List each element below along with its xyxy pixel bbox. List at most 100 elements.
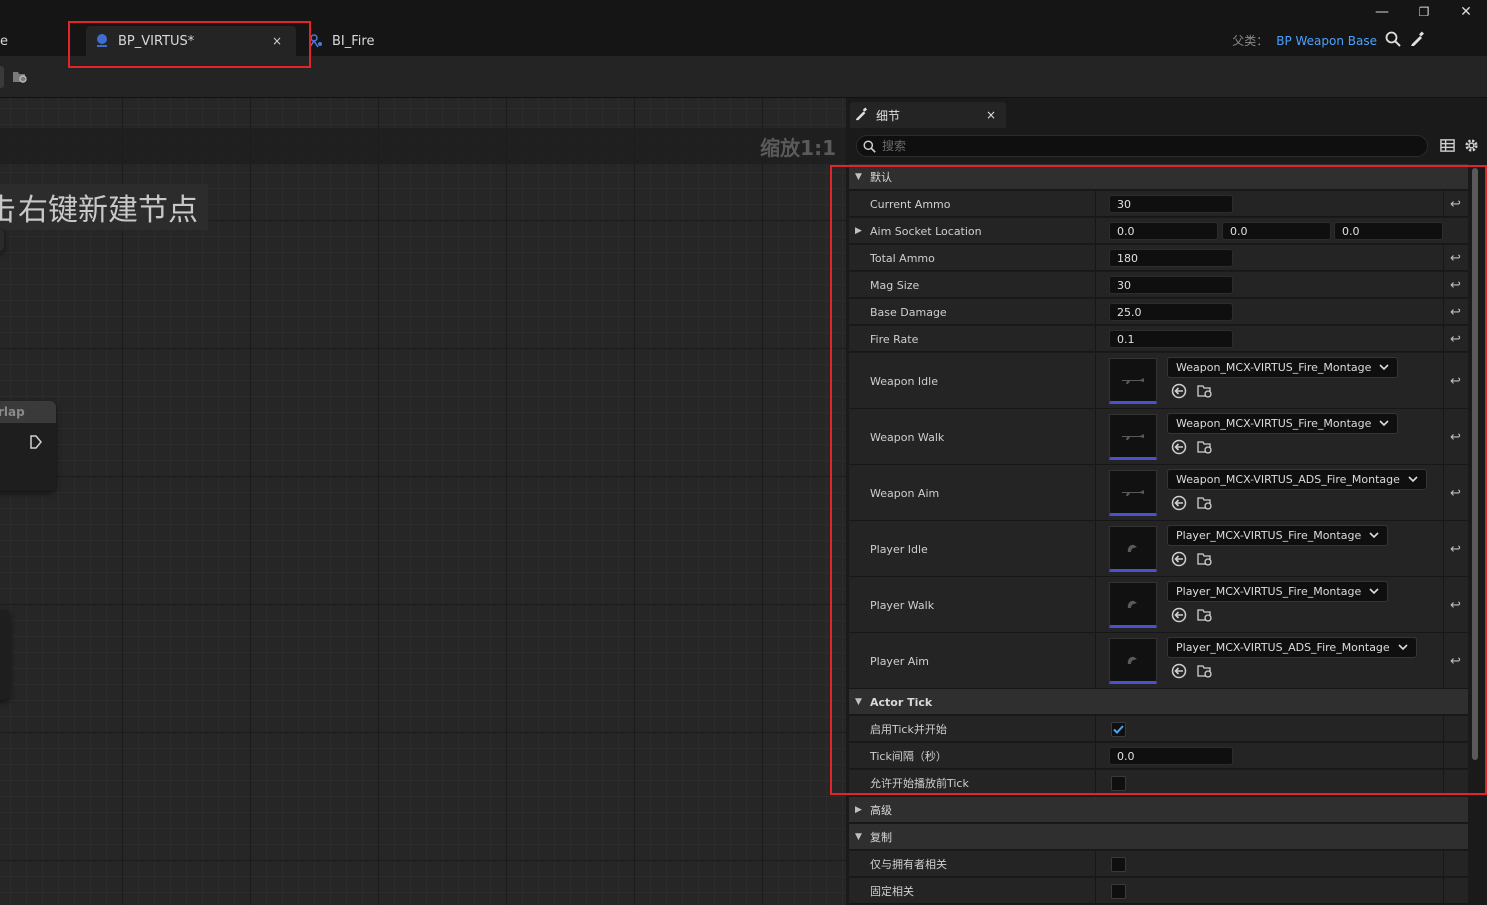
reset-to-default-icon[interactable]: ↩ [1450, 521, 1461, 577]
reset-to-default-icon[interactable]: ↩ [1450, 272, 1461, 298]
use-selected-icon[interactable] [1171, 383, 1187, 402]
toolbar [0, 56, 1487, 98]
expand-arrow-icon[interactable]: ▶ [855, 218, 862, 244]
aim-socket-z-field[interactable]: 0.0 [1334, 222, 1443, 240]
close-window-button[interactable]: ✕ [1455, 2, 1477, 22]
asset-buttons [1171, 383, 1213, 402]
asset-thumbnail[interactable] [1109, 526, 1157, 572]
use-selected-icon[interactable] [1171, 551, 1187, 570]
graph-editor[interactable]: 缩放1:1 击 右键新建节点 rlap [0, 98, 846, 905]
asset-thumbnail[interactable] [1109, 638, 1157, 684]
property-row-tick-interval: Tick间隔（秒） 0.0 [849, 743, 1468, 769]
toolbar-button-partial[interactable] [0, 66, 4, 88]
property-row-allow-tick-before-begin-play: 允许开始播放前Tick [849, 770, 1468, 796]
node-title: rlap [0, 401, 56, 423]
property-label: Total Ammo [870, 251, 935, 265]
property-label: 允许开始播放前Tick [870, 777, 969, 790]
asset-picker-combo[interactable]: Weapon_MCX-VIRTUS_ADS_Fire_Montage [1167, 469, 1427, 490]
use-selected-icon[interactable] [1171, 663, 1187, 682]
minimize-button[interactable]: — [1371, 2, 1393, 22]
category-default[interactable]: ▼ 默认 [849, 164, 1468, 190]
asset-picker-combo[interactable]: Player_MCX-VIRTUS_Fire_Montage [1167, 525, 1389, 546]
close-icon[interactable]: × [986, 108, 996, 122]
reset-to-default-icon[interactable]: ↩ [1450, 633, 1461, 689]
details-scrollbar[interactable] [1472, 168, 1478, 760]
tab-previous[interactable]: e [0, 26, 20, 56]
reset-to-default-icon[interactable]: ↩ [1450, 409, 1461, 465]
asset-thumbnail[interactable] [1109, 414, 1157, 460]
browse-folder-icon[interactable] [1197, 439, 1213, 458]
allow-tick-before-begin-checkbox[interactable] [1111, 776, 1126, 791]
base-damage-field[interactable]: 25.0 [1109, 303, 1233, 321]
asset-picker-combo[interactable]: Weapon_MCX-VIRTUS_Fire_Montage [1167, 357, 1399, 378]
reset-to-default-icon[interactable]: ↩ [1450, 465, 1461, 521]
exec-pin-icon[interactable] [29, 434, 43, 454]
property-row-start-with-tick: 启用Tick并开始 [849, 716, 1468, 742]
mag-size-field[interactable]: 30 [1109, 276, 1233, 294]
property-row-weapon-walk: Weapon Walk Weapon_MCX-VIRTUS_Fire_Monta… [849, 409, 1468, 465]
browse-folder-icon[interactable] [1197, 551, 1213, 570]
only-relevant-to-owner-checkbox[interactable] [1111, 857, 1126, 872]
asset-picker-combo[interactable]: Player_MCX-VIRTUS_Fire_Montage [1167, 581, 1389, 602]
asset-picker-combo[interactable]: Player_MCX-VIRTUS_ADS_Fire_Montage [1167, 637, 1417, 658]
property-label: Weapon Idle [870, 374, 938, 388]
asset-name: Weapon_MCX-VIRTUS_Fire_Montage [1176, 361, 1372, 374]
use-selected-icon[interactable] [1171, 607, 1187, 626]
overlap-event-node[interactable]: rlap [0, 401, 56, 491]
details-tab[interactable]: 细节 × [850, 102, 1006, 128]
category-label: Actor Tick [870, 695, 933, 709]
browse-folder-icon[interactable] [1197, 495, 1213, 514]
aim-socket-x-field[interactable]: 0.0 [1109, 222, 1218, 240]
use-selected-icon[interactable] [1171, 439, 1187, 458]
browse-folder-icon[interactable] [1197, 607, 1213, 626]
always-relevant-checkbox[interactable] [1111, 884, 1126, 899]
property-label: Player Aim [870, 654, 930, 668]
asset-name: Player_MCX-VIRTUS_Fire_Montage [1176, 529, 1362, 542]
fire-rate-field[interactable]: 0.1 [1109, 330, 1233, 348]
category-actor-tick[interactable]: ▼ Actor Tick [849, 689, 1468, 715]
graph-node-partial[interactable] [0, 610, 10, 700]
category-replication[interactable]: ▼ 复制 [849, 824, 1468, 850]
search-icon[interactable] [1385, 31, 1401, 50]
reset-to-default-icon[interactable]: ↩ [1450, 353, 1461, 409]
chevron-down-icon [1369, 529, 1379, 542]
gear-icon[interactable] [1464, 138, 1479, 157]
tick-interval-field[interactable]: 0.0 [1109, 747, 1233, 765]
close-icon[interactable]: × [272, 34, 282, 48]
graph-hint: 击 右键新建节点 [0, 184, 208, 230]
property-row-player-idle: Player Idle Player_MCX-VIRTUS_Fire_Monta… [849, 521, 1468, 577]
table-view-icon[interactable] [1440, 138, 1455, 157]
property-row-aim-socket-location: ▶ Aim Socket Location 0.0 0.0 0.0 [849, 218, 1468, 244]
expand-arrow-icon: ▶ [855, 805, 862, 815]
asset-thumbnail[interactable] [1109, 582, 1157, 628]
graph-node-edge[interactable] [0, 228, 4, 252]
current-ammo-field[interactable]: 30 [1109, 195, 1233, 213]
reset-to-default-icon[interactable]: ↩ [1450, 299, 1461, 325]
start-with-tick-checkbox[interactable] [1111, 722, 1126, 737]
search-input[interactable] [882, 139, 1402, 153]
use-selected-icon[interactable] [1171, 495, 1187, 514]
tab-bi-fire[interactable]: BI_Fire [306, 26, 396, 56]
property-row-weapon-idle: Weapon Idle Weapon_MCX-VIRTUS_Fire_Monta… [849, 353, 1468, 409]
edit-icon[interactable] [1409, 31, 1425, 50]
category-advanced[interactable]: ▶ 高级 [849, 797, 1468, 823]
reset-to-default-icon[interactable]: ↩ [1450, 577, 1461, 633]
property-label: Tick间隔（秒） [870, 750, 947, 763]
tab-bp-virtus[interactable]: BP_VIRTUS* × [86, 26, 296, 56]
edit-icon [854, 106, 868, 124]
total-ammo-field[interactable]: 180 [1109, 249, 1233, 267]
parent-class-link[interactable]: BP Weapon Base [1276, 34, 1377, 48]
browse-folder-icon[interactable] [1197, 383, 1213, 402]
restore-button[interactable]: ❐ [1413, 2, 1435, 22]
asset-picker-combo[interactable]: Weapon_MCX-VIRTUS_Fire_Montage [1167, 413, 1399, 434]
reset-to-default-icon[interactable]: ↩ [1450, 245, 1461, 271]
aim-socket-y-field[interactable]: 0.0 [1222, 222, 1331, 240]
reset-to-default-icon[interactable]: ↩ [1450, 326, 1461, 352]
zoom-label: 缩放1:1 [760, 136, 836, 160]
collapse-arrow-icon: ▼ [855, 172, 862, 182]
asset-thumbnail[interactable] [1109, 358, 1157, 404]
asset-thumbnail[interactable] [1109, 470, 1157, 516]
reset-to-default-icon[interactable]: ↩ [1450, 191, 1461, 217]
browse-folder-icon[interactable] [12, 69, 28, 89]
browse-folder-icon[interactable] [1197, 663, 1213, 682]
